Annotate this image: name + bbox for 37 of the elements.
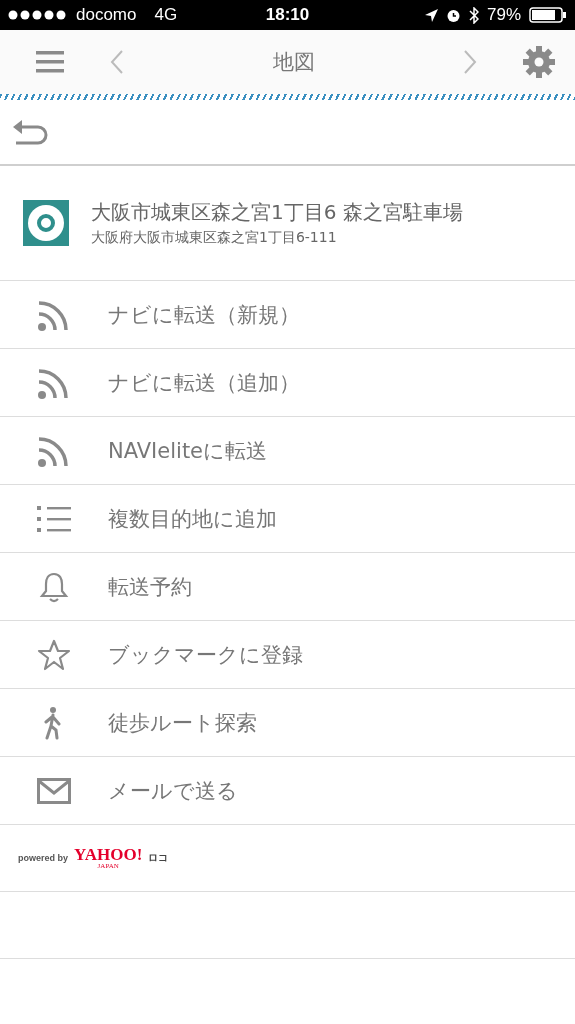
chevron-left-icon [110,49,124,75]
clock-time: 18:10 [265,5,310,25]
battery-percentage: 79% [487,5,521,25]
menu-button[interactable] [36,50,64,74]
menu-item[interactable]: 徒歩ルート探索 [0,689,575,757]
powered-by-text: powered by [18,853,68,863]
menu-item[interactable]: メールで送る [0,757,575,825]
return-arrow-icon [12,118,48,146]
battery-icon [529,7,567,23]
back-button[interactable] [12,118,48,146]
settings-button[interactable] [523,46,555,78]
screen-title: 地図 [271,49,316,76]
bluetooth-icon [469,6,479,24]
location-arrow-icon [425,8,438,22]
place-pin-icon [23,200,69,246]
menu-icon [36,50,64,74]
chevron-right-icon [463,49,477,75]
carrier-name: docomo [76,5,137,25]
brand-logo: YAHOO! [74,846,143,863]
previous-button[interactable] [110,49,124,75]
network-type: 4G [154,5,178,25]
settings-icon [523,46,555,78]
alarm-clock-icon [446,7,461,23]
menu-item[interactable]: ブックマークに登録 [0,621,575,689]
list-icon [37,504,71,533]
star-icon [37,638,71,671]
place-name: 大阪市城東区森之宮1丁目6 森之宮駐車場 [91,199,463,226]
mail-icon [37,777,71,804]
menu-item[interactable]: 転送予約 [0,553,575,621]
next-button[interactable] [463,49,477,75]
menu-item[interactable]: NAVIeliteに転送 [0,417,575,485]
menu-item[interactable]: ナビに転送（追加） [0,349,575,417]
menu-item[interactable]: 複数目的地に追加 [0,485,575,553]
service-name: ロコ [148,851,169,865]
place-address: 大阪府大阪市城東区森之宮1丁目6-111 [91,229,338,247]
menu-item[interactable]: ナビに転送（新規） [0,281,575,349]
bell-icon [39,570,69,603]
